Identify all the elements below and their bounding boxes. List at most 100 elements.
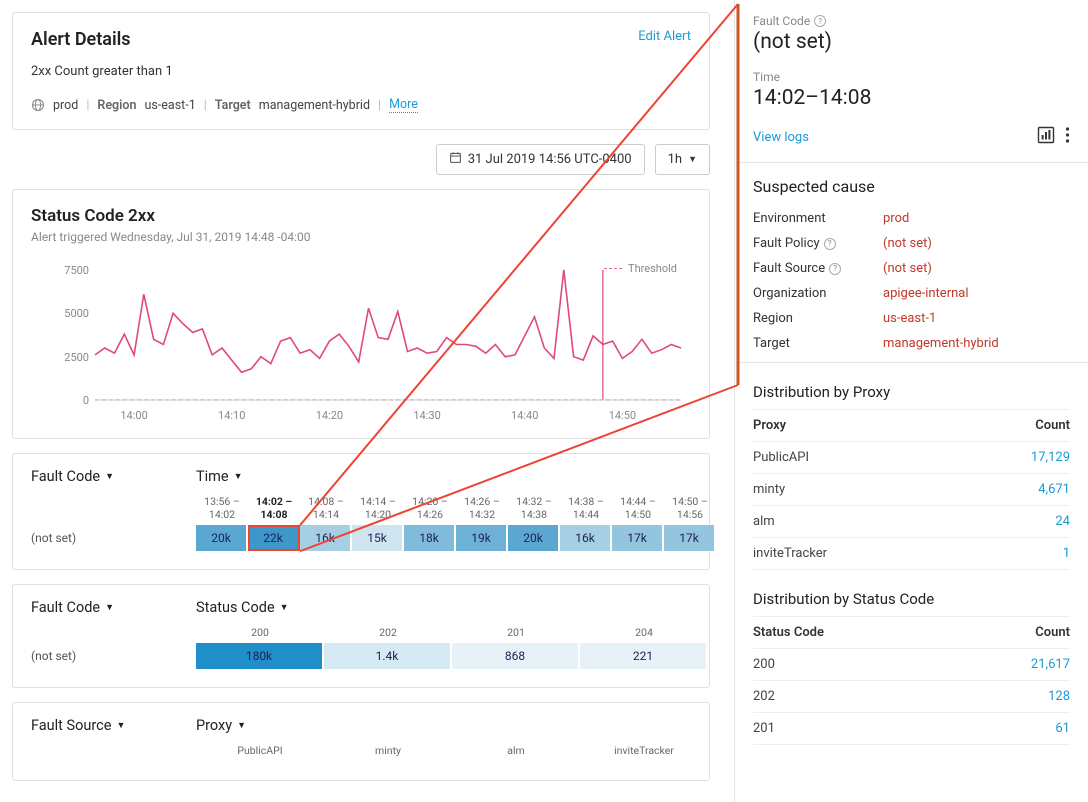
- fault-code-row-label-2: (not set): [31, 649, 196, 669]
- x-tick: 14:10: [218, 409, 245, 422]
- count-link[interactable]: 21,617: [1031, 657, 1070, 672]
- view-logs-link[interactable]: View logs: [753, 130, 809, 145]
- context-row: prod | Region us-east-1 | Target managem…: [31, 97, 691, 113]
- help-icon[interactable]: ?: [829, 263, 841, 275]
- chevron-down-icon: ▼: [116, 720, 125, 731]
- suspected-cause-row: Organizationapigee-internal: [753, 281, 1070, 306]
- status-code-cell[interactable]: 221: [580, 643, 708, 669]
- dist-status-col-count: Count: [957, 617, 1070, 649]
- dist-proxy-table: Proxy Count PublicAPI17,129minty4,671alm…: [753, 409, 1070, 570]
- chevron-down-icon: ▼: [280, 602, 289, 613]
- count-link[interactable]: 17,129: [1031, 450, 1070, 465]
- x-tick: 14:30: [413, 409, 440, 422]
- time-bucket-header: 13:56 –14:02: [196, 495, 248, 525]
- fault-code-dropdown-1[interactable]: Fault Code ▼: [31, 468, 196, 485]
- dist-status-col-code: Status Code: [753, 617, 957, 649]
- count-link[interactable]: 4,671: [1038, 482, 1070, 497]
- time-bucket-header: 14:38 –14:44: [560, 495, 612, 525]
- dist-proxy-title: Distribution by Proxy: [753, 383, 1070, 401]
- time-window-select[interactable]: 1h ▼: [655, 144, 710, 175]
- time-bucket-cell[interactable]: 17k: [664, 525, 716, 551]
- proxy-header: inviteTracker: [580, 744, 708, 761]
- fault-code-row-label-1: (not set): [31, 531, 196, 551]
- status-code-cell[interactable]: 868: [452, 643, 580, 669]
- alert-condition: 2xx Count greater than 1: [31, 64, 691, 79]
- target-label: Target: [215, 98, 251, 113]
- chevron-down-icon: ▼: [234, 471, 243, 482]
- dist-proxy-col-count: Count: [960, 410, 1070, 442]
- status-code-dropdown[interactable]: Status Code ▼: [196, 599, 289, 616]
- time-bucket-cell[interactable]: 17k: [612, 525, 664, 551]
- table-row: inviteTracker1: [753, 538, 1070, 570]
- time-bucket-header: 14:32 –14:38: [508, 495, 560, 525]
- proxy-dropdown[interactable]: Proxy ▼: [196, 717, 246, 734]
- suspected-cause-row: Regionus-east-1: [753, 306, 1070, 331]
- count-link[interactable]: 61: [1055, 721, 1070, 736]
- calendar-icon: [449, 151, 462, 168]
- alert-details-card: Alert Details Edit Alert 2xx Count great…: [12, 12, 710, 130]
- time-bucket-cell[interactable]: 20k: [508, 525, 560, 551]
- help-icon[interactable]: ?: [814, 15, 826, 27]
- fault-code-dropdown-2[interactable]: Fault Code ▼: [31, 599, 196, 616]
- time-bucket-header: 14:50 –14:56: [664, 495, 716, 525]
- env-value: prod: [53, 98, 78, 113]
- side-time-value: 14:02–14:08: [753, 86, 1070, 110]
- status-code-header: 204: [580, 626, 708, 643]
- y-tick: 0: [51, 394, 89, 407]
- side-fault-code-value: (not set): [753, 30, 1070, 54]
- suspected-cause-row: Targetmanagement-hybrid: [753, 331, 1070, 356]
- count-link[interactable]: 128: [1048, 689, 1070, 704]
- status-code-cell[interactable]: 1.4k: [324, 643, 452, 669]
- proxy-header: PublicAPI: [196, 744, 324, 761]
- count-link[interactable]: 24: [1055, 514, 1070, 529]
- x-tick: 14:20: [316, 409, 343, 422]
- region-value: us-east-1: [144, 98, 195, 113]
- time-bucket-header: 14:26 –14:32: [456, 495, 508, 525]
- edit-alert-link[interactable]: Edit Alert: [638, 29, 691, 44]
- time-bucket-header: 14:44 –14:50: [612, 495, 664, 525]
- detail-side-panel: Fault Code ? (not set) Time 14:02–14:08 …: [734, 0, 1088, 802]
- dist-status-table: Status Code Count 20021,61720212820161: [753, 616, 1070, 745]
- x-tick: 14:50: [609, 409, 636, 422]
- time-window-value: 1h: [668, 152, 682, 167]
- proxy-header: minty: [324, 744, 452, 761]
- count-link[interactable]: 1: [1063, 546, 1070, 561]
- more-actions-icon[interactable]: [1065, 126, 1070, 148]
- time-bucket-cell[interactable]: 22k: [248, 525, 300, 551]
- time-bucket-cell[interactable]: 16k: [560, 525, 612, 551]
- time-bucket-header: 14:08 –14:14: [300, 495, 352, 525]
- status-code-header: 202: [324, 626, 452, 643]
- suspected-cause-title: Suspected cause: [753, 177, 1070, 196]
- time-bucket-cell[interactable]: 16k: [300, 525, 352, 551]
- table-row: 20021,617: [753, 649, 1070, 681]
- side-time-label: Time: [753, 70, 1070, 84]
- dist-proxy-col-name: Proxy: [753, 410, 960, 442]
- x-tick: 14:00: [120, 409, 147, 422]
- table-row: alm24: [753, 506, 1070, 538]
- time-bucket-cell[interactable]: 15k: [352, 525, 404, 551]
- time-bucket-cell[interactable]: 18k: [404, 525, 456, 551]
- time-dropdown[interactable]: Time ▼: [196, 468, 243, 485]
- date-range-picker[interactable]: 31 Jul 2019 14:56 UTC-0400: [436, 144, 645, 175]
- status-code-header: 200: [196, 626, 324, 643]
- status-code-header: 201: [452, 626, 580, 643]
- proxy-header: alm: [452, 744, 580, 761]
- chart-icon[interactable]: [1037, 126, 1055, 148]
- chevron-down-icon: ▼: [237, 720, 246, 731]
- x-tick: 14:40: [511, 409, 538, 422]
- status-chart-card: Status Code 2xx Alert triggered Wednesda…: [12, 189, 710, 439]
- fault-source-dropdown[interactable]: Fault Source ▼: [31, 717, 196, 734]
- table-row: 202128: [753, 681, 1070, 713]
- suspected-cause-row: Fault Source?(not set): [753, 256, 1070, 281]
- chevron-down-icon: ▼: [688, 154, 697, 165]
- time-bucket-cell[interactable]: 20k: [196, 525, 248, 551]
- status-code-cell[interactable]: 180k: [196, 643, 324, 669]
- table-row: minty4,671: [753, 474, 1070, 506]
- fault-source-pivot-card: Fault Source ▼ Proxy ▼ PublicAPImintyalm…: [12, 702, 710, 780]
- help-icon[interactable]: ?: [824, 238, 836, 250]
- time-bucket-header: 14:02 –14:08: [248, 495, 300, 525]
- fault-time-pivot-card: Fault Code ▼ Time ▼ (not set) 13:56 –14:…: [12, 453, 710, 570]
- more-link[interactable]: More: [389, 97, 418, 113]
- time-bucket-cell[interactable]: 19k: [456, 525, 508, 551]
- region-label: Region: [97, 98, 136, 113]
